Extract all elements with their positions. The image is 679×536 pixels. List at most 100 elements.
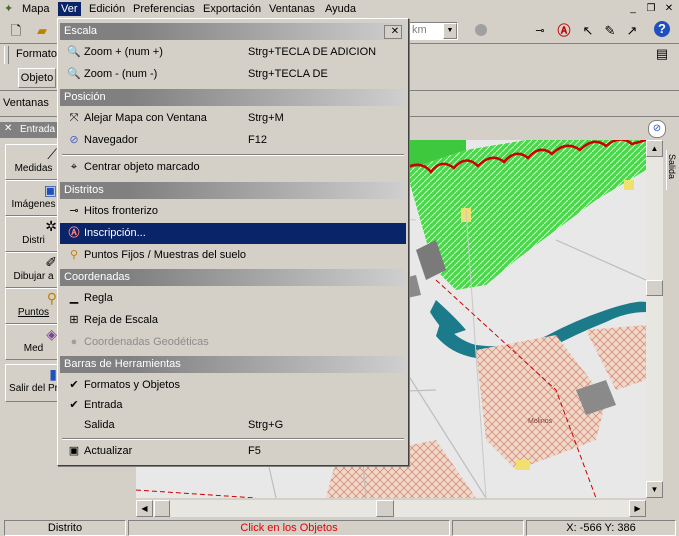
zoom-out-icon: 🔍 xyxy=(67,68,81,80)
section-escala-label: Escala xyxy=(64,25,98,37)
imagenes-button[interactable]: ▣ Imágenes xyxy=(5,180,62,216)
dibujar-button[interactable]: ✐ Dibujar a xyxy=(5,252,62,288)
hscroll-thumb[interactable] xyxy=(376,500,394,517)
scroll-left-icon[interactable]: ◀ xyxy=(136,500,153,517)
scroll-right-icon[interactable]: ▶ xyxy=(629,500,646,517)
scroll-thumb[interactable] xyxy=(646,280,663,296)
minimize-icon[interactable]: _ xyxy=(626,2,640,15)
panel-header: ✕ Entrada xyxy=(0,122,58,138)
unit-select[interactable]: km ▼ xyxy=(408,22,458,40)
menu-ayuda[interactable]: Ayuda xyxy=(322,2,359,16)
centrar-label: Centrar objeto marcado xyxy=(84,161,200,173)
salida-label: Salida xyxy=(84,419,115,431)
menu-item-alejar[interactable]: ⤧ Alejar Mapa con Ventana Strg+M xyxy=(60,108,406,129)
scroll-left-thumb[interactable] xyxy=(154,500,170,517)
pen-icon[interactable]: ✎ xyxy=(600,21,620,41)
formatos-label: Formatos xyxy=(16,48,63,60)
fit-window-icon: ⤧ xyxy=(69,112,79,124)
section-distritos: Distritos xyxy=(60,182,406,199)
status-dot-icon xyxy=(475,24,487,36)
menu-item-puntos[interactable]: ⚲ Puntos Fijos / Muestras del suelo xyxy=(60,245,406,266)
open-folder-icon[interactable]: ▰ xyxy=(32,21,52,41)
center-object-icon: ⌖ xyxy=(70,161,78,173)
panel-title: Entrada xyxy=(20,124,56,135)
alejar-shortcut: Strg+M xyxy=(248,112,284,124)
menu-item-zoom-out[interactable]: 🔍 Zoom - (num -) Strg+TECLA DE SUSTRACCI… xyxy=(60,64,406,101)
salida-shortcut: Strg+G xyxy=(248,419,284,431)
menu-item-navegador[interactable]: ⊘ Navegador F12 xyxy=(60,130,406,151)
medidas-button[interactable]: ⟋ Medidas xyxy=(5,144,62,180)
menu-item-actualizar[interactable]: ▣ Actualizar F5 xyxy=(60,441,406,462)
draw-icon: ✐ xyxy=(45,254,57,270)
checkmark-icon: ✔ xyxy=(69,379,79,391)
menu-close-icon[interactable]: ✕ xyxy=(384,25,402,39)
ruler-icon: ◈ xyxy=(46,326,57,342)
menu-item-formatos[interactable]: ✔ Formatos y Objetos xyxy=(60,375,406,396)
horizontal-scrollbar[interactable]: ◀ ▶ xyxy=(136,500,646,517)
section-escala: Escala ✕ xyxy=(60,23,406,40)
exit-button[interactable]: ▮ Salir del Pr xyxy=(5,364,62,402)
fixed-points-icon: ⚲ xyxy=(69,249,79,261)
puntos-label: Puntos Fijos / Muestras del suelo xyxy=(84,249,247,261)
close-icon[interactable]: ✕ xyxy=(662,2,676,15)
help-icon[interactable]: ? xyxy=(654,21,670,37)
menu-separator xyxy=(62,154,404,156)
new-file-icon[interactable]: 🗋 xyxy=(6,21,26,41)
entrada-label: Entrada xyxy=(84,399,123,411)
section-posicion-label: Posición xyxy=(64,91,106,103)
inscription-icon[interactable]: Ⓐ xyxy=(554,21,574,41)
reja-label: Reja de Escala xyxy=(84,314,158,326)
medidas-label: Medidas xyxy=(14,163,53,174)
distritos-button[interactable]: ✲ Distri xyxy=(5,216,62,252)
compass-icon[interactable]: ⊘ xyxy=(648,120,666,138)
menu-exportacion[interactable]: Exportación xyxy=(200,2,264,16)
geodetic-icon: ● xyxy=(70,336,78,348)
menu-preferencias[interactable]: Preferencias xyxy=(130,2,198,16)
ruler-icon: ▁ xyxy=(69,292,79,304)
hitos-label: Hitos fronterizo xyxy=(84,205,158,217)
exit-icon: ▮ xyxy=(49,366,57,382)
panel-close-icon[interactable]: ✕ xyxy=(4,123,12,134)
scroll-up-icon[interactable]: ▲ xyxy=(646,140,663,157)
menu-item-entrada[interactable]: ✔ Entrada xyxy=(60,395,406,416)
menu-item-salida[interactable]: Salida Strg+G xyxy=(60,415,406,436)
pointer-icon[interactable]: ↗ xyxy=(622,21,642,41)
menu-ventanas[interactable]: Ventanas xyxy=(266,2,318,16)
navegador-label: Navegador xyxy=(84,134,138,146)
puntos-button[interactable]: ⚲ Puntos xyxy=(5,288,62,324)
menu-edicion[interactable]: Edición xyxy=(86,2,128,16)
salida-tab[interactable]: Salida xyxy=(666,150,679,190)
menu-ver[interactable]: Ver xyxy=(58,2,81,16)
geodeticas-label: Coordenadas Geodéticas xyxy=(84,336,209,348)
cursor-icon[interactable]: ↖ xyxy=(578,21,598,41)
menu-item-regla[interactable]: ▁ Regla xyxy=(60,288,406,309)
section-coordenadas: Coordenadas xyxy=(60,269,406,286)
menu-bar: ✦ Mapa Ver Edición Preferencias Exportac… xyxy=(0,0,679,18)
chevron-down-icon[interactable]: ▼ xyxy=(443,23,457,39)
printer-icon[interactable]: ▤ xyxy=(652,44,672,64)
menu-item-centrar[interactable]: ⌖ Centrar objeto marcado xyxy=(60,157,406,178)
scroll-down-icon[interactable]: ▼ xyxy=(646,481,663,498)
inscripcion-label: Inscripción... xyxy=(84,227,146,239)
formatos-label: Formatos y Objetos xyxy=(84,379,180,391)
hito-icon[interactable]: ⊸ xyxy=(530,21,550,41)
menu-mapa[interactable]: Mapa xyxy=(19,2,53,16)
restore-icon[interactable]: ❐ xyxy=(644,2,658,15)
dibujar-label: Dibujar a xyxy=(13,271,54,282)
status-hint: Click en los Objetos xyxy=(128,520,450,536)
medir-button[interactable]: ◈ Med xyxy=(5,324,62,360)
menu-item-zoom-in[interactable]: 🔍 Zoom + (num +) Strg+TECLA DE ADICION xyxy=(60,42,406,63)
menu-item-hitos[interactable]: ⊸ Hitos fronterizo xyxy=(60,201,406,222)
refresh-monitor-icon: ▣ xyxy=(68,445,80,457)
zoom-in-shortcut: Strg+TECLA DE ADICION xyxy=(248,46,377,58)
salida-tab-label: Salida xyxy=(667,154,677,180)
objeto-button[interactable]: Objeto xyxy=(18,68,56,88)
menu-item-inscripcion[interactable]: Ⓐ Inscripción... xyxy=(60,223,406,244)
section-coordenadas-label: Coordenadas xyxy=(64,271,131,283)
section-barras-label: Barras de Herramientas xyxy=(64,358,181,370)
input-panel: ✕ Entrada ⟋ Medidas ▣ Imágenes ✲ Distri … xyxy=(0,120,62,516)
menu-separator xyxy=(62,438,404,440)
menu-item-reja[interactable]: ⊞ Reja de Escala xyxy=(60,310,406,331)
app-icon[interactable]: ✦ xyxy=(4,2,18,16)
vertical-scrollbar[interactable]: ▲ ▼ xyxy=(646,140,663,498)
